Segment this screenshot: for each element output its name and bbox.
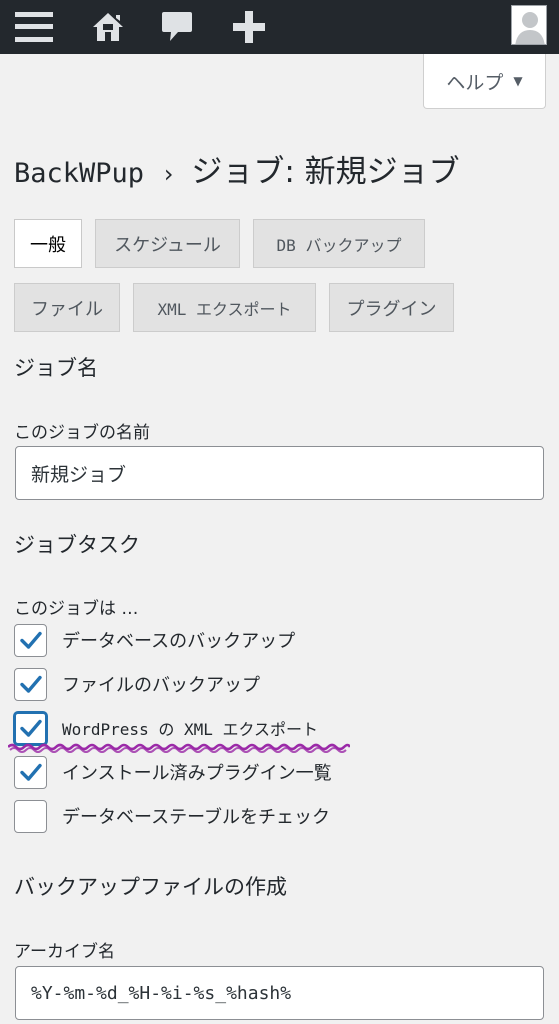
task-plugin-list[interactable]: インストール済みプラグイン一覧 xyxy=(14,755,332,789)
task-db-backup-label: データベースのバックアップ xyxy=(62,631,296,652)
task-file-backup-checkbox[interactable] xyxy=(14,667,47,701)
comment-icon[interactable] xyxy=(160,6,194,48)
task-file-backup-label: ファイルのバックアップ xyxy=(62,675,260,696)
menu-icon[interactable] xyxy=(14,6,54,48)
tab-files-label: ファイル xyxy=(31,298,103,320)
checkmark-icon xyxy=(19,763,42,781)
checkmark-icon xyxy=(19,719,42,737)
tab-db-backup-label: DB バックアップ xyxy=(276,235,402,255)
chevron-down-icon: ▼ xyxy=(513,74,523,88)
archive-name-input[interactable] xyxy=(15,966,544,1020)
avatar-icon[interactable] xyxy=(511,5,547,45)
job-name-label: このジョブの名前 xyxy=(14,423,150,443)
help-button[interactable]: ヘルプ ▼ xyxy=(423,54,546,109)
tab-plugins[interactable]: プラグイン xyxy=(329,283,454,332)
job-tasks-intro: このジョブは … xyxy=(14,599,139,619)
job-name-heading: ジョブ名 xyxy=(14,356,98,380)
tab-plugins-label: プラグイン xyxy=(346,298,437,320)
archive-name-label: アーカイブ名 xyxy=(14,942,115,962)
task-xml-export-text: WordPress の XML エクスポート xyxy=(62,720,319,739)
annotation-underline xyxy=(8,743,350,753)
task-db-check[interactable]: データベーステーブルをチェック xyxy=(14,799,330,833)
plus-icon[interactable] xyxy=(231,6,267,48)
task-db-check-label: データベーステーブルをチェック xyxy=(62,807,331,828)
tab-general[interactable]: 一般 xyxy=(14,219,82,268)
page-title-plugin: BackWPup xyxy=(14,158,145,189)
tab-schedule-label: スケジュール xyxy=(114,234,221,256)
job-name-input[interactable] xyxy=(15,446,544,500)
task-db-backup-checkbox[interactable] xyxy=(14,623,47,657)
tab-schedule[interactable]: スケジュール xyxy=(95,219,240,268)
breadcrumb-separator: › xyxy=(163,160,174,188)
task-plugin-list-checkbox[interactable] xyxy=(14,755,47,789)
task-xml-export-checkbox[interactable] xyxy=(14,711,47,745)
checkmark-icon xyxy=(19,675,42,693)
tab-xml-export[interactable]: XML エクスポート xyxy=(133,283,316,332)
tab-files[interactable]: ファイル xyxy=(14,283,120,332)
task-db-backup[interactable]: データベースのバックアップ xyxy=(14,623,295,657)
tab-general-label: 一般 xyxy=(30,234,66,256)
task-db-check-checkbox[interactable] xyxy=(14,799,47,833)
page-title: BackWPup › ジョブ: 新規ジョブ xyxy=(14,146,460,191)
backup-file-heading: バックアップファイルの作成 xyxy=(14,875,287,899)
job-tasks-heading: ジョブタスク xyxy=(14,533,140,557)
task-xml-export[interactable]: WordPress の XML エクスポート xyxy=(14,711,318,745)
tab-xml-export-label: XML エクスポート xyxy=(157,299,292,319)
task-plugin-list-label: インストール済みプラグイン一覧 xyxy=(62,763,332,784)
task-file-backup[interactable]: ファイルのバックアップ xyxy=(14,667,260,701)
checkmark-icon xyxy=(19,631,42,649)
admin-bar xyxy=(0,0,559,54)
tab-db-backup[interactable]: DB バックアップ xyxy=(253,219,425,268)
task-xml-export-label: WordPress の XML エクスポート xyxy=(62,716,318,740)
page-title-job: ジョブ: 新規ジョブ xyxy=(191,154,460,190)
home-icon[interactable] xyxy=(90,6,126,48)
help-label: ヘルプ xyxy=(446,71,504,94)
